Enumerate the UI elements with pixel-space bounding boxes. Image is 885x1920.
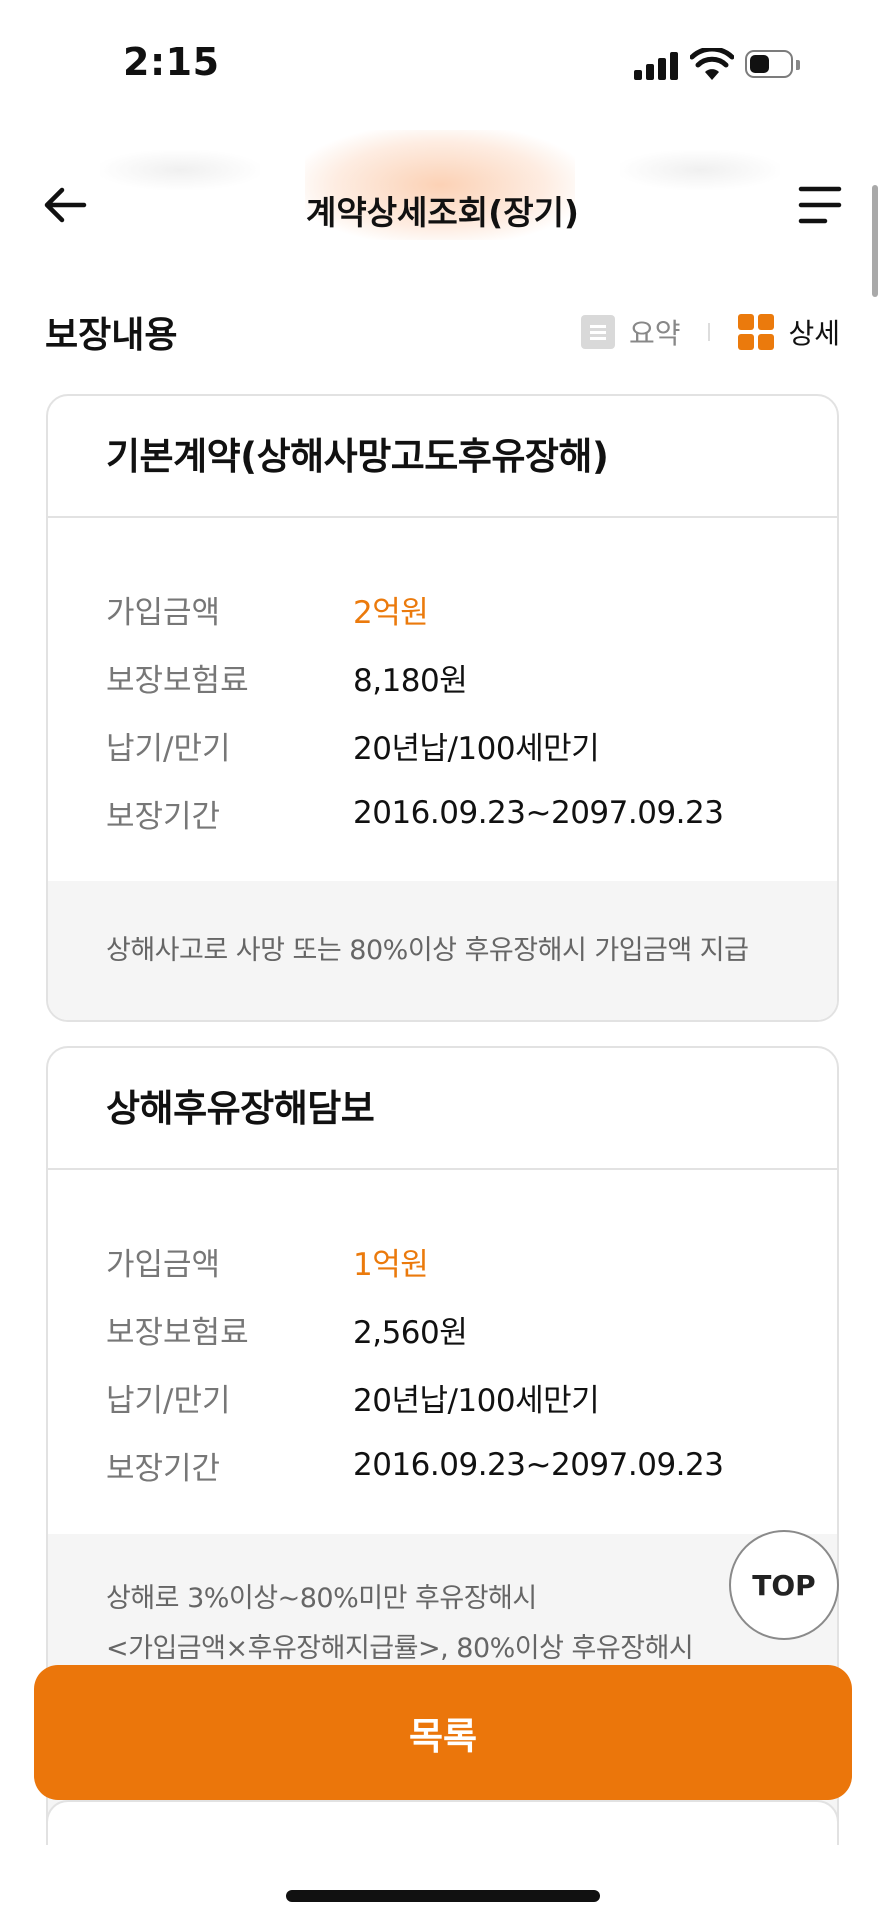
menu-button[interactable] bbox=[795, 182, 843, 228]
description-line: 상해로 3%이상~80%미만 후유장해시 bbox=[106, 1583, 537, 1614]
coverage-card: 기본계약(상해사망고도후유장해) 가입금액 2억원 보장보험료 8,180원 납… bbox=[46, 394, 839, 1022]
coverage-section-header: 보장내용 요약 상세 bbox=[0, 300, 885, 360]
row-label: 가입금액 bbox=[106, 594, 221, 631]
wifi-icon bbox=[690, 48, 734, 80]
description-line: 상해사고로 사망 또는 80%이상 후유장해시 가입금액 지급 bbox=[106, 935, 749, 966]
detail-row: 납기/만기 20년납/100세만기 bbox=[106, 1363, 837, 1431]
detail-view-button[interactable]: 상세 bbox=[738, 312, 840, 352]
coverage-description: 상해사고로 사망 또는 80%이상 후유장해시 가입금액 지급 bbox=[48, 881, 837, 1020]
row-value: 2016.09.23~2097.09.23 bbox=[353, 1447, 724, 1483]
status-bar: 2:15 bbox=[0, 0, 885, 130]
detail-row: 보장기간 2016.09.23~2097.09.23 bbox=[106, 1431, 837, 1499]
scroll-top-button[interactable]: TOP bbox=[729, 1530, 839, 1640]
row-label: 가입금액 bbox=[106, 1246, 221, 1283]
row-label: 납기/만기 bbox=[106, 730, 231, 767]
row-label: 보장기간 bbox=[106, 798, 221, 835]
home-indicator bbox=[286, 1890, 600, 1902]
page-title: 계약상세조회(장기) bbox=[305, 193, 580, 232]
row-value: 8,180원 bbox=[353, 662, 468, 699]
list-icon bbox=[580, 315, 615, 349]
row-value: 20년납/100세만기 bbox=[353, 730, 600, 767]
row-value: 2,560원 bbox=[353, 1314, 468, 1351]
battery-icon bbox=[745, 50, 800, 80]
summary-view-button[interactable]: 요약 bbox=[580, 312, 681, 352]
coverage-details: 가입금액 2억원 보장보험료 8,180원 납기/만기 20년납/100세만기 … bbox=[48, 518, 837, 847]
row-label: 납기/만기 bbox=[106, 1382, 231, 1419]
section-title: 보장내용 bbox=[45, 315, 178, 356]
signal-icon bbox=[634, 52, 682, 80]
row-label: 보장보험료 bbox=[106, 1314, 249, 1351]
detail-row: 가입금액 1억원 bbox=[106, 1227, 837, 1295]
coverage-title: 기본계약(상해사망고도후유장해) bbox=[48, 396, 837, 518]
row-value: 1억원 bbox=[353, 1246, 429, 1283]
row-label: 보장보험료 bbox=[106, 662, 249, 699]
scrollbar[interactable] bbox=[872, 185, 878, 297]
summary-view-label: 요약 bbox=[628, 317, 681, 350]
row-value: 2016.09.23~2097.09.23 bbox=[353, 795, 724, 831]
row-value: 2억원 bbox=[353, 594, 429, 631]
list-button[interactable]: 목록 bbox=[34, 1665, 852, 1800]
detail-row: 납기/만기 20년납/100세만기 bbox=[106, 711, 837, 779]
toggle-divider bbox=[708, 323, 711, 341]
detail-row: 보장보험료 2,560원 bbox=[106, 1295, 837, 1363]
view-toggle: 요약 상세 bbox=[580, 312, 840, 352]
detail-row: 보장보험료 8,180원 bbox=[106, 643, 837, 711]
row-value: 20년납/100세만기 bbox=[353, 1382, 600, 1419]
status-time: 2:15 bbox=[123, 40, 220, 84]
row-label: 보장기간 bbox=[106, 1450, 221, 1487]
bottom-safe-area bbox=[0, 1845, 885, 1920]
detail-row: 보장기간 2016.09.23~2097.09.23 bbox=[106, 779, 837, 847]
app-header: 계약상세조회(장기) bbox=[0, 160, 885, 250]
detail-row: 가입금액 2억원 bbox=[106, 575, 837, 643]
grid-icon bbox=[738, 314, 775, 350]
coverage-title: 상해후유장해담보 bbox=[48, 1048, 837, 1170]
detail-view-label: 상세 bbox=[788, 317, 840, 350]
menu-icon bbox=[798, 186, 842, 224]
coverage-details: 가입금액 1억원 보장보험료 2,560원 납기/만기 20년납/100세만기 … bbox=[48, 1170, 837, 1499]
